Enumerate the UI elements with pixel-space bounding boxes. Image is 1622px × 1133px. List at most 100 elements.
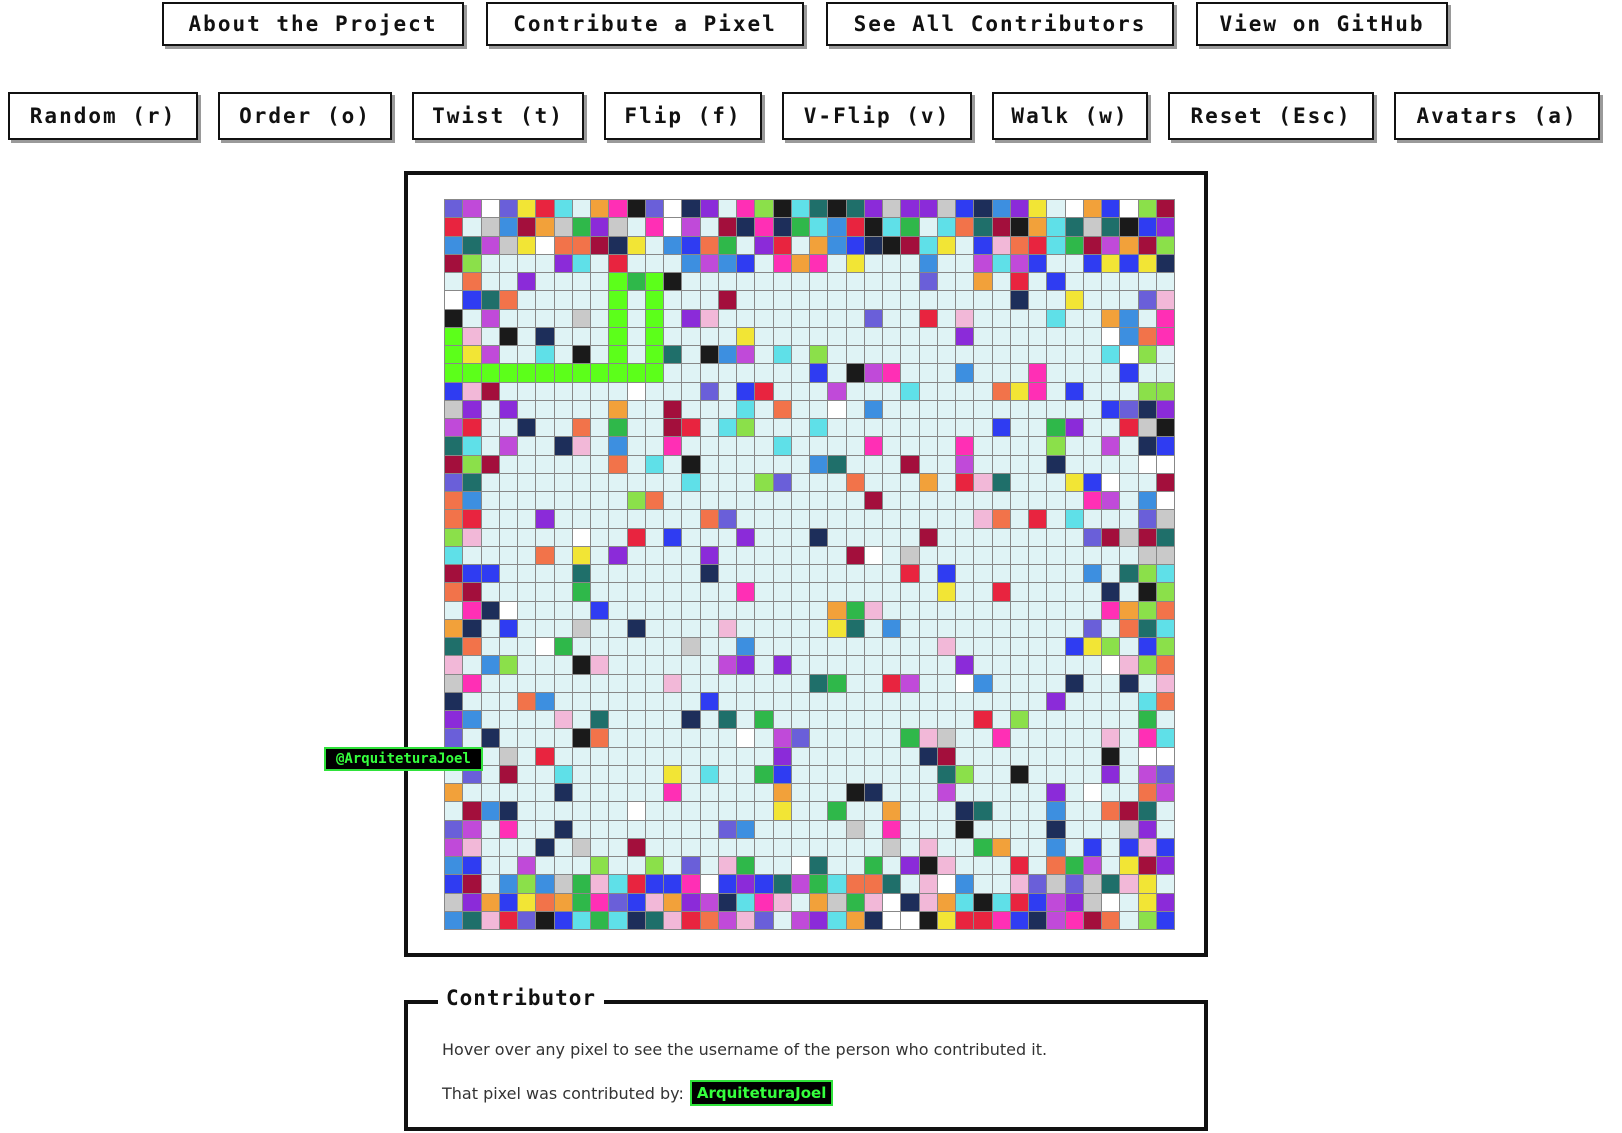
pixel-cell[interactable] <box>1120 309 1138 327</box>
pixel-cell[interactable] <box>791 236 809 254</box>
pixel-cell[interactable] <box>1156 546 1174 564</box>
pixel-cell[interactable] <box>992 565 1010 583</box>
pixel-cell[interactable] <box>810 893 828 911</box>
pixel-cell[interactable] <box>992 382 1010 400</box>
pixel-cell[interactable] <box>1102 510 1120 528</box>
pixel-cell[interactable] <box>1047 692 1065 710</box>
pixel-cell[interactable] <box>627 820 645 838</box>
pixel-cell[interactable] <box>901 291 919 309</box>
pixel-cell[interactable] <box>609 820 627 838</box>
pixel-cell[interactable] <box>864 565 882 583</box>
pixel-cell[interactable] <box>1156 565 1174 583</box>
pixel-cell[interactable] <box>572 601 590 619</box>
pixel-cell[interactable] <box>773 893 791 911</box>
pixel-cell[interactable] <box>645 364 663 382</box>
pixel-cell[interactable] <box>1156 893 1174 911</box>
pixel-cell[interactable] <box>864 820 882 838</box>
pixel-cell[interactable] <box>1138 400 1156 418</box>
pixel-cell[interactable] <box>864 619 882 637</box>
pixel-cell[interactable] <box>1065 656 1083 674</box>
pixel-cell[interactable] <box>682 473 700 491</box>
pixel-cell[interactable] <box>992 437 1010 455</box>
pixel-cell[interactable] <box>664 583 682 601</box>
pixel-cell[interactable] <box>1065 638 1083 656</box>
pixel-cell[interactable] <box>810 765 828 783</box>
pixel-cell[interactable] <box>1065 875 1083 893</box>
pixel-cell[interactable] <box>1047 857 1065 875</box>
pixel-cell[interactable] <box>883 327 901 345</box>
pixel-cell[interactable] <box>810 346 828 364</box>
pixel-cell[interactable] <box>499 638 517 656</box>
pixel-cell[interactable] <box>1138 346 1156 364</box>
pixel-cell[interactable] <box>664 382 682 400</box>
pixel-cell[interactable] <box>627 327 645 345</box>
pixel-cell[interactable] <box>919 400 937 418</box>
pixel-cell[interactable] <box>1102 473 1120 491</box>
pixel-cell[interactable] <box>1047 437 1065 455</box>
pixel-cell[interactable] <box>919 437 937 455</box>
pixel-cell[interactable] <box>627 400 645 418</box>
pixel-cell[interactable] <box>791 802 809 820</box>
pixel-cell[interactable] <box>518 200 536 218</box>
pixel-cell[interactable] <box>664 400 682 418</box>
pixel-cell[interactable] <box>536 327 554 345</box>
pixel-cell[interactable] <box>919 911 937 929</box>
pixel-cell[interactable] <box>919 200 937 218</box>
pixel-cell[interactable] <box>445 492 463 510</box>
pixel-cell[interactable] <box>1010 273 1028 291</box>
pixel-cell[interactable] <box>536 546 554 564</box>
pixel-cell[interactable] <box>536 455 554 473</box>
pixel-cell[interactable] <box>992 218 1010 236</box>
pixel-cell[interactable] <box>1083 455 1101 473</box>
pixel-cell[interactable] <box>919 565 937 583</box>
pixel-cell[interactable] <box>1156 382 1174 400</box>
pixel-cell[interactable] <box>463 857 481 875</box>
pixel-cell[interactable] <box>883 857 901 875</box>
pixel-cell[interactable] <box>846 346 864 364</box>
pixel-cell[interactable] <box>1029 546 1047 564</box>
pixel-cell[interactable] <box>1010 455 1028 473</box>
pixel-cell[interactable] <box>992 711 1010 729</box>
pixel-cell[interactable] <box>481 729 499 747</box>
pixel-cell[interactable] <box>572 273 590 291</box>
pixel-cell[interactable] <box>627 528 645 546</box>
pixel-cell[interactable] <box>1047 382 1065 400</box>
pixel-cell[interactable] <box>518 273 536 291</box>
pixel-cell[interactable] <box>956 364 974 382</box>
pixel-cell[interactable] <box>481 619 499 637</box>
pixel-cell[interactable] <box>919 838 937 856</box>
pixel-cell[interactable] <box>1010 711 1028 729</box>
pixel-cell[interactable] <box>883 400 901 418</box>
pixel-cell[interactable] <box>463 784 481 802</box>
pixel-cell[interactable] <box>499 911 517 929</box>
pixel-cell[interactable] <box>682 893 700 911</box>
pixel-cell[interactable] <box>791 820 809 838</box>
pixel-cell[interactable] <box>828 911 846 929</box>
pixel-cell[interactable] <box>1047 619 1065 637</box>
pixel-cell[interactable] <box>737 893 755 911</box>
pixel-cell[interactable] <box>883 875 901 893</box>
pixel-cell[interactable] <box>992 875 1010 893</box>
pixel-cell[interactable] <box>1102 236 1120 254</box>
pixel-cell[interactable] <box>1083 254 1101 272</box>
pixel-cell[interactable] <box>682 218 700 236</box>
pixel-cell[interactable] <box>791 492 809 510</box>
pixel-cell[interactable] <box>445 619 463 637</box>
pixel-cell[interactable] <box>591 528 609 546</box>
pixel-cell[interactable] <box>956 273 974 291</box>
pixel-cell[interactable] <box>554 765 572 783</box>
pixel-cell[interactable] <box>1010 218 1028 236</box>
pixel-cell[interactable] <box>810 236 828 254</box>
pixel-cell[interactable] <box>445 857 463 875</box>
pixel-cell[interactable] <box>992 400 1010 418</box>
pixel-cell[interactable] <box>1138 583 1156 601</box>
pixel-cell[interactable] <box>664 236 682 254</box>
pixel-cell[interactable] <box>591 273 609 291</box>
pixel-cell[interactable] <box>1010 327 1028 345</box>
pixel-cell[interactable] <box>992 638 1010 656</box>
pixel-cell[interactable] <box>773 838 791 856</box>
pixel-cell[interactable] <box>828 291 846 309</box>
pixel-cell[interactable] <box>1156 200 1174 218</box>
pixel-cell[interactable] <box>463 565 481 583</box>
pixel-cell[interactable] <box>737 711 755 729</box>
